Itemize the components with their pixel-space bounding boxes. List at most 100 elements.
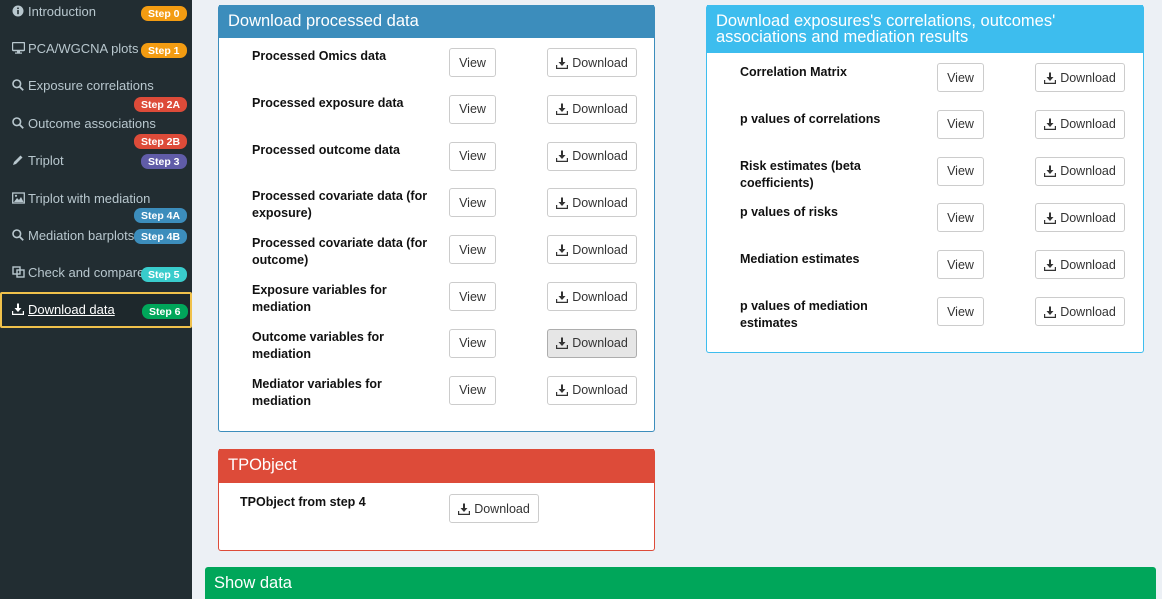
sidebar-item-label: Exposure correlations xyxy=(28,78,154,93)
view-button[interactable]: View xyxy=(449,94,496,124)
download-button[interactable]: Download xyxy=(1035,250,1125,280)
search-icon xyxy=(12,79,25,92)
download-label: Download xyxy=(474,501,530,516)
row-label: Outcome variables for mediation xyxy=(252,329,384,361)
results-title: Download exposures's correlations, outco… xyxy=(707,5,1143,53)
row-label: p values of mediation estimates xyxy=(740,299,868,330)
sidebar-item-check-and-compare[interactable]: Check and compare Step 5 xyxy=(0,264,192,284)
step-badge: Step 4A xyxy=(134,208,188,223)
download-icon xyxy=(556,57,569,69)
view-button[interactable]: View xyxy=(449,282,496,311)
download-icon xyxy=(1044,118,1057,131)
sidebar-item-introduction[interactable]: Introduction Step 0 xyxy=(0,3,192,23)
view-button[interactable]: View xyxy=(937,63,984,92)
download-button[interactable]: Download xyxy=(547,328,637,358)
sidebar-item-outcome-associations[interactable]: Outcome associations Step 2B xyxy=(0,115,192,150)
search-icon xyxy=(12,229,25,242)
view-button[interactable]: View xyxy=(937,109,984,139)
step-badge: Step 5 xyxy=(141,267,187,282)
download-icon xyxy=(556,197,569,210)
download-icon xyxy=(1044,212,1057,225)
download-button[interactable]: Download xyxy=(547,235,637,265)
download-button[interactable]: Download xyxy=(547,141,637,171)
view-label: View xyxy=(947,164,974,179)
row-label: p values of risks xyxy=(740,205,838,220)
download-button[interactable]: Download xyxy=(1035,156,1125,186)
view-button[interactable]: View xyxy=(449,235,496,265)
download-label: Download xyxy=(1060,117,1116,132)
view-label: View xyxy=(459,289,486,304)
tpobject-download-button[interactable]: Download xyxy=(449,494,539,523)
download-label: Download xyxy=(572,383,628,398)
view-label: View xyxy=(459,336,486,351)
sidebar-item-label: Triplot with mediation xyxy=(28,191,151,206)
row-label: Mediation estimates xyxy=(740,252,860,267)
step-badge: Step 2B xyxy=(134,134,188,149)
download-icon xyxy=(556,337,569,350)
row-label: Processed Omics data xyxy=(252,49,387,63)
view-label: View xyxy=(947,257,974,272)
view-button[interactable]: View xyxy=(449,141,496,171)
download-icon xyxy=(556,103,569,116)
row-label: Correlation Matrix xyxy=(740,65,847,79)
desktop-icon xyxy=(11,41,26,55)
view-label: View xyxy=(459,383,486,398)
download-label: Download xyxy=(572,102,628,117)
step-badge: Step 1 xyxy=(141,43,187,58)
sidebar-item-label: Introduction xyxy=(28,4,96,19)
sidebar-item-triplot[interactable]: Triplot Step 3 xyxy=(0,152,192,172)
view-label: View xyxy=(459,149,486,164)
download-button[interactable]: Download xyxy=(1035,109,1125,139)
info-circle-icon xyxy=(12,5,25,18)
sidebar-item-label: Outcome associations xyxy=(28,116,156,131)
row-label: Processed outcome data xyxy=(252,142,400,157)
compare-icon xyxy=(12,266,25,279)
view-button[interactable]: View xyxy=(937,297,984,326)
sidebar-item-label: Download data xyxy=(28,302,115,317)
download-icon xyxy=(1044,259,1057,271)
download-button[interactable]: Download xyxy=(547,48,637,77)
download-icon xyxy=(556,244,569,256)
row-label: Risk estimates (beta coefficients) xyxy=(740,158,861,190)
download-button[interactable]: Download xyxy=(547,375,637,405)
view-button[interactable]: View xyxy=(449,48,496,77)
download-button[interactable]: Download xyxy=(1035,63,1125,92)
download-label: Download xyxy=(572,55,628,70)
row-label: Processed covariate data (for outcome) xyxy=(252,236,428,268)
row-label: p values of correlations xyxy=(740,111,881,126)
sidebar-item-label: Mediation barplots xyxy=(28,228,135,243)
sidebar-item-triplot-with-mediation[interactable]: Triplot with mediation Step 4A xyxy=(0,190,192,225)
download-icon xyxy=(1044,306,1057,318)
download-button[interactable]: Download xyxy=(547,188,637,218)
view-button[interactable]: View xyxy=(449,188,496,218)
view-label: View xyxy=(459,242,486,257)
row-label: Processed exposure data xyxy=(252,95,404,110)
view-button[interactable]: View xyxy=(937,203,984,233)
sidebar-item-download-data[interactable]: Download data Step 6 xyxy=(0,292,192,328)
row-label: Exposure variables for mediation xyxy=(252,283,387,314)
sidebar-item-label: PCA/WGCNA plots xyxy=(28,41,139,56)
download-icon xyxy=(556,150,569,163)
sidebar: Introduction Step 0 PCA/WGCNA plots Step… xyxy=(0,0,192,599)
download-button[interactable]: Download xyxy=(547,94,637,124)
download-label: Download xyxy=(1060,210,1116,225)
sidebar-item-pca-wgcna[interactable]: PCA/WGCNA plots Step 1 xyxy=(0,40,192,60)
sidebar-item-exposure-correlations[interactable]: Exposure correlations Step 2A xyxy=(0,77,192,112)
download-icon xyxy=(1044,72,1057,84)
sidebar-item-mediation-barplots[interactable]: Mediation barplots Step 4B xyxy=(0,227,192,247)
view-button[interactable]: View xyxy=(449,328,496,358)
download-button[interactable]: Download xyxy=(1035,297,1125,326)
view-label: View xyxy=(459,102,486,117)
search-icon xyxy=(12,117,25,130)
download-label: Download xyxy=(1060,304,1116,319)
view-button[interactable]: View xyxy=(449,375,496,405)
view-button[interactable]: View xyxy=(937,156,984,186)
download-button[interactable]: Download xyxy=(547,282,637,311)
step-badge: Step 3 xyxy=(141,154,187,169)
step-badge: Step 0 xyxy=(141,6,187,21)
download-icon xyxy=(1044,165,1057,178)
show-data-box: Show data xyxy=(205,567,1156,599)
step-badge: Step 6 xyxy=(142,304,188,319)
download-button[interactable]: Download xyxy=(1035,203,1125,233)
view-button[interactable]: View xyxy=(937,250,984,280)
